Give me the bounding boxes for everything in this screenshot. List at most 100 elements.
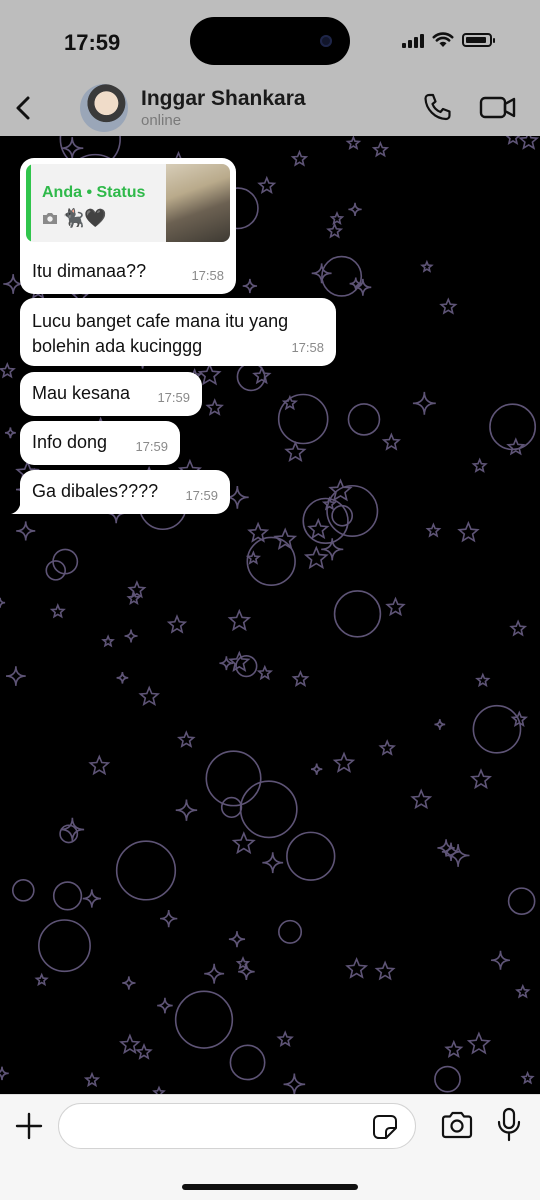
status-time: 17:59 (64, 30, 121, 55)
star-doodle (506, 437, 526, 456)
quoted-status-reply[interactable]: Anda • Status 🐈‍⬛🖤 (26, 164, 230, 242)
message-bubble-quoted[interactable]: Anda • Status 🐈‍⬛🖤 Itu dimanaa?? 17:58 (20, 158, 236, 294)
sparkle-doodle (82, 889, 101, 908)
sparkle-doodle (204, 963, 225, 984)
phone-icon (424, 93, 451, 121)
star-doodle (252, 365, 272, 385)
star-doodle (235, 956, 251, 970)
star-doodle (518, 136, 540, 150)
message-input[interactable] (58, 1103, 416, 1149)
circle-doodle (472, 704, 522, 754)
sparkle-doodle (122, 976, 136, 990)
camera-button[interactable] (440, 1110, 474, 1140)
message-text: Lucu banget cafe mana itu yang bolehin a… (32, 311, 289, 356)
sparkle-doodle (124, 629, 138, 643)
star-doodle (127, 580, 147, 599)
sticker-icon (373, 1115, 397, 1139)
star-doodle (378, 739, 397, 756)
star-doodle (439, 297, 458, 315)
circle-doodle (286, 831, 336, 881)
chat-header: Inggar Shankara online (0, 84, 540, 136)
sparkle-doodle (60, 817, 85, 842)
circle-doodle (278, 919, 303, 944)
star-doodle (290, 149, 309, 167)
wifi-icon (432, 32, 454, 47)
sparkle-doodle (219, 656, 234, 671)
circle-doodle (229, 1044, 266, 1081)
circle-doodle (236, 362, 266, 392)
circle-doodle (52, 881, 83, 911)
circle-doodle (489, 403, 537, 451)
message-bubble[interactable]: Lucu banget cafe mana itu yang bolehin a… (20, 298, 336, 366)
circle-doodle (326, 484, 379, 537)
star-doodle (83, 1071, 101, 1088)
star-doodle (444, 1039, 464, 1059)
voice-message-button[interactable] (496, 1107, 522, 1143)
star-doodle (284, 440, 307, 463)
message-bubble[interactable]: Mau kesana 17:59 (20, 372, 202, 416)
circle-doodle (239, 780, 298, 839)
star-doodle (257, 175, 277, 195)
plus-icon (15, 1112, 43, 1140)
battery-icon (462, 33, 495, 47)
star-doodle (345, 136, 362, 150)
circle-doodle (347, 403, 381, 436)
sparkle-doodle (5, 666, 26, 686)
message-bubble[interactable]: Ga dibales???? 17:59 (11, 470, 230, 514)
sparkle-doodle (310, 763, 323, 775)
sparkle-doodle (490, 950, 511, 970)
message-time: 17:58 (291, 340, 324, 355)
message-bubble[interactable]: Info dong 17:59 (20, 421, 180, 465)
circle-doodle (115, 840, 177, 901)
message-input-bar (0, 1094, 540, 1200)
star-doodle (509, 619, 528, 637)
voice-call-button[interactable] (420, 90, 454, 124)
star-doodle (326, 222, 344, 239)
star-doodle (515, 983, 531, 999)
star-doodle (245, 550, 262, 565)
circle-doodle (321, 255, 363, 297)
sparkle-doodle (4, 427, 16, 439)
message-time: 17:59 (157, 390, 190, 405)
dynamic-island (190, 17, 350, 65)
chevron-left-icon (16, 96, 30, 120)
star-doodle (425, 522, 442, 538)
star-doodle (88, 754, 111, 776)
star-doodle (475, 672, 491, 688)
contact-name[interactable]: Inggar Shankara (141, 87, 306, 111)
star-doodle (374, 960, 396, 981)
star-doodle (176, 730, 196, 748)
sparkle-doodle (175, 799, 198, 821)
video-call-button[interactable] (478, 90, 518, 124)
status-photo-thumbnail (166, 164, 230, 242)
video-camera-icon (479, 96, 516, 119)
star-doodle (101, 634, 115, 648)
message-time: 17:59 (135, 439, 168, 454)
chat-area[interactable]: Anda • Status 🐈‍⬛🖤 Itu dimanaa?? 17:58 L… (0, 136, 540, 1094)
circle-doodle (331, 504, 354, 527)
back-button[interactable] (8, 88, 40, 128)
sparkle-doodle (242, 278, 258, 294)
circle-doodle (38, 919, 91, 973)
star-doodle (457, 520, 480, 543)
star-doodle (505, 136, 521, 145)
attach-button[interactable] (14, 1111, 44, 1141)
message-time: 17:59 (185, 488, 218, 503)
message-text: Itu dimanaa?? (32, 261, 147, 281)
star-doodle (332, 751, 356, 773)
star-doodle (410, 788, 433, 810)
star-doodle (34, 972, 49, 987)
star-doodle (466, 1031, 492, 1055)
star-doodle (291, 669, 310, 688)
sticker-button[interactable] (372, 1114, 398, 1140)
message-time: 17:58 (191, 268, 224, 283)
star-doodle (520, 1070, 535, 1085)
status-emoji: 🐈‍⬛🖤 (62, 208, 107, 228)
star-doodle (205, 398, 224, 416)
star-doodle (231, 831, 256, 855)
camera-icon (441, 1111, 473, 1139)
star-doodle (135, 1043, 153, 1060)
contact-avatar[interactable] (80, 84, 128, 132)
star-doodle (420, 259, 434, 273)
quoted-status-preview: 🐈‍⬛🖤 (42, 206, 107, 231)
